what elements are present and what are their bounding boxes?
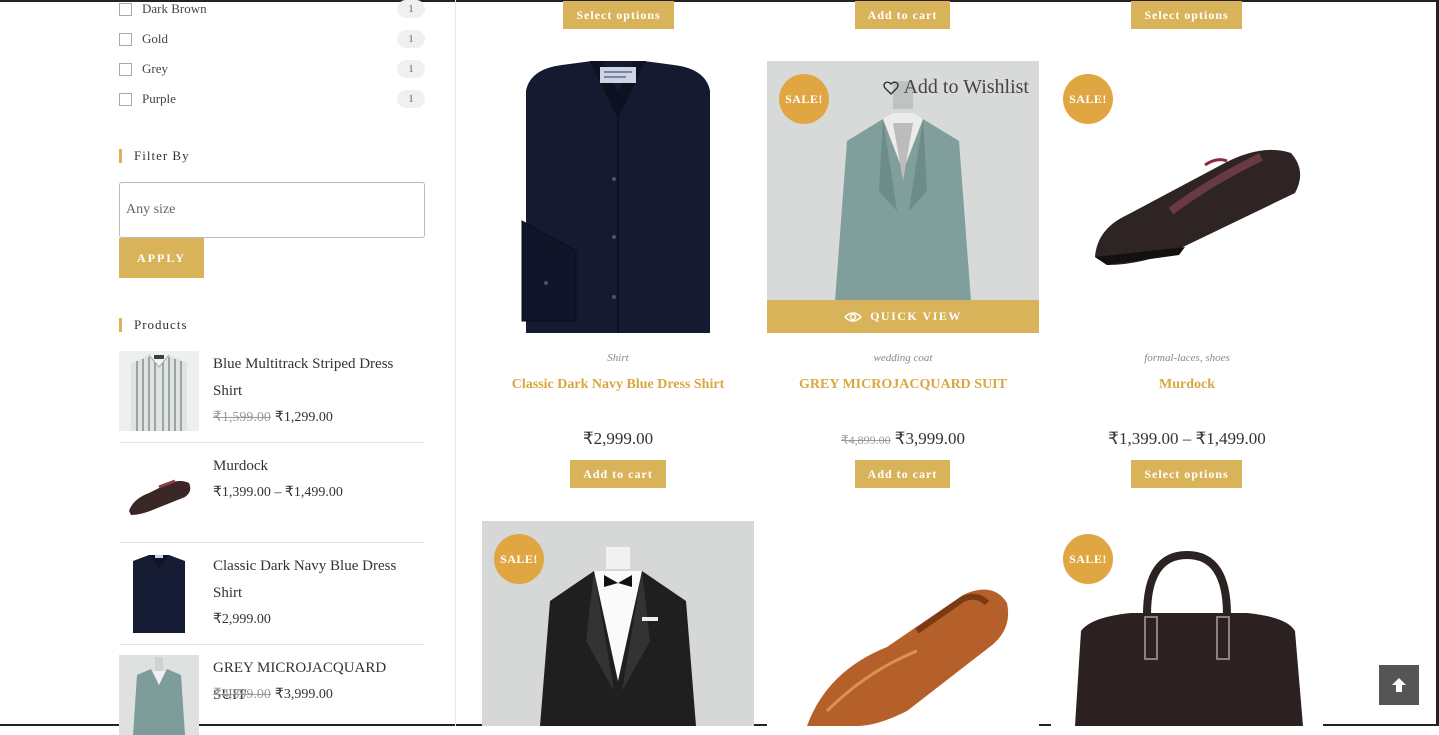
color-filter-gold[interactable]: Gold 1 [119, 28, 425, 50]
old-price: ₹4,899.00 [841, 433, 891, 447]
color-filter-dark-brown[interactable]: Dark Brown 1 [119, 0, 425, 20]
checkbox[interactable] [119, 32, 132, 46]
murdock-shoe-thumbnail[interactable] [119, 453, 199, 533]
filter-by-title: Filter By [119, 149, 190, 163]
current-price: ₹1,299.00 [274, 410, 333, 425]
sidebar-product-navy-shirt[interactable]: Classic Dark Navy Blue Dress Shirt ₹2,99… [119, 553, 425, 633]
add-to-wishlist-link[interactable]: Add to Wishlist [883, 76, 1029, 99]
category-link-formal-laces[interactable]: formal-laces [1144, 352, 1200, 364]
product-image-navy-shirt[interactable] [482, 61, 754, 333]
product-image-tuxedo[interactable]: SALE! [482, 521, 754, 726]
grey-suit-thumbnail[interactable] [119, 655, 199, 735]
select-options-button[interactable]: Select options [1131, 1, 1242, 29]
product-category[interactable]: Shirt [482, 352, 754, 364]
product-title[interactable]: GREY MICROJACQUARD SUIT [767, 377, 1039, 393]
navy-shirt-image[interactable] [482, 61, 754, 333]
color-label: Gold [142, 31, 168, 46]
sale-badge: SALE! [779, 74, 829, 124]
product-price: ₹4,899.00 ₹3,999.00 [767, 429, 1039, 449]
product-image-murdock[interactable]: SALE! [1051, 61, 1323, 333]
quick-view-label: QUICK VIEW [870, 309, 962, 323]
category-link-shoes[interactable]: shoes [1205, 352, 1229, 364]
sidebar-product-price: ₹4,899.00 ₹3,999.00 [213, 686, 333, 703]
color-count: 1 [397, 90, 425, 108]
loafer-image[interactable] [767, 521, 1039, 726]
sidebar-product-name[interactable]: Classic Dark Navy Blue Dress Shirt [213, 553, 423, 607]
sidebar-product-grey-suit[interactable]: GREY MICROJACQUARD SUIT ₹4,899.00 ₹3,999.… [119, 655, 425, 735]
checkbox[interactable] [119, 92, 132, 106]
color-label: Grey [142, 61, 168, 76]
size-filter-input[interactable] [119, 182, 425, 238]
color-label: Purple [142, 91, 176, 106]
sidebar-product-price: ₹2,999.00 [213, 612, 271, 627]
add-to-cart-button[interactable]: Add to cart [855, 1, 950, 29]
select-options-button[interactable]: Select options [1131, 460, 1242, 488]
sidebar-divider [455, 0, 456, 726]
old-price: ₹1,599.00 [213, 410, 271, 425]
current-price: ₹3,999.00 [894, 429, 965, 448]
separator [119, 644, 425, 645]
add-to-cart-button[interactable]: Add to cart [570, 460, 666, 488]
sidebar-product-striped-shirt[interactable]: Blue Multitrack Striped Dress Shirt ₹1,5… [119, 351, 425, 431]
separator [119, 442, 425, 443]
sidebar-product-price: ₹1,599.00 ₹1,299.00 [213, 409, 333, 426]
old-price: ₹4,899.00 [213, 687, 271, 702]
current-price: ₹3,999.00 [274, 687, 333, 702]
sale-badge: SALE! [1063, 74, 1113, 124]
color-filter-purple[interactable]: Purple 1 [119, 88, 425, 110]
navy-shirt-thumbnail[interactable] [119, 553, 199, 633]
sidebar-product-name[interactable]: Blue Multitrack Striped Dress Shirt [213, 351, 423, 405]
striped-shirt-thumbnail[interactable] [119, 351, 199, 431]
separator [119, 542, 425, 543]
color-label: Dark Brown [142, 1, 207, 16]
product-price: ₹1,399.00 – ₹1,499.00 [1108, 429, 1266, 448]
checkbox[interactable] [119, 2, 132, 16]
heart-icon [883, 81, 900, 95]
color-count: 1 [397, 30, 425, 48]
product-title[interactable]: Murdock [1051, 377, 1323, 393]
eye-icon [844, 311, 863, 322]
arrow-up-icon [1392, 678, 1406, 692]
product-category[interactable]: wedding coat [767, 352, 1039, 364]
sidebar-product-price: ₹1,399.00 – ₹1,499.00 [213, 485, 343, 500]
products-widget-title: Products [119, 318, 188, 332]
wishlist-label: Add to Wishlist [903, 76, 1029, 98]
product-price: ₹2,999.00 [582, 429, 654, 448]
sidebar-product-name[interactable]: Murdock [213, 453, 423, 480]
color-filter-grey[interactable]: Grey 1 [119, 58, 425, 80]
product-image-bag[interactable]: SALE! [1051, 521, 1323, 726]
apply-button[interactable]: APPLY [119, 238, 204, 278]
color-count: 1 [397, 60, 425, 78]
product-category: formal-laces, shoes [1144, 352, 1230, 364]
sale-badge: SALE! [1063, 534, 1113, 584]
product-title[interactable]: Classic Dark Navy Blue Dress Shirt [482, 377, 754, 393]
select-options-button[interactable]: Select options [563, 1, 674, 29]
sale-badge: SALE! [494, 534, 544, 584]
sidebar-product-murdock[interactable]: Murdock ₹1,399.00 – ₹1,499.00 [119, 453, 425, 533]
scroll-to-top-button[interactable] [1379, 665, 1419, 705]
product-image-grey-suit[interactable]: SALE! Add to Wishlist QUICK VIEW [767, 61, 1039, 333]
product-image-loafer[interactable] [767, 521, 1039, 726]
checkbox[interactable] [119, 62, 132, 76]
add-to-cart-button[interactable]: Add to cart [855, 460, 950, 488]
quick-view-button[interactable]: QUICK VIEW [767, 300, 1039, 333]
color-count: 1 [397, 0, 425, 18]
